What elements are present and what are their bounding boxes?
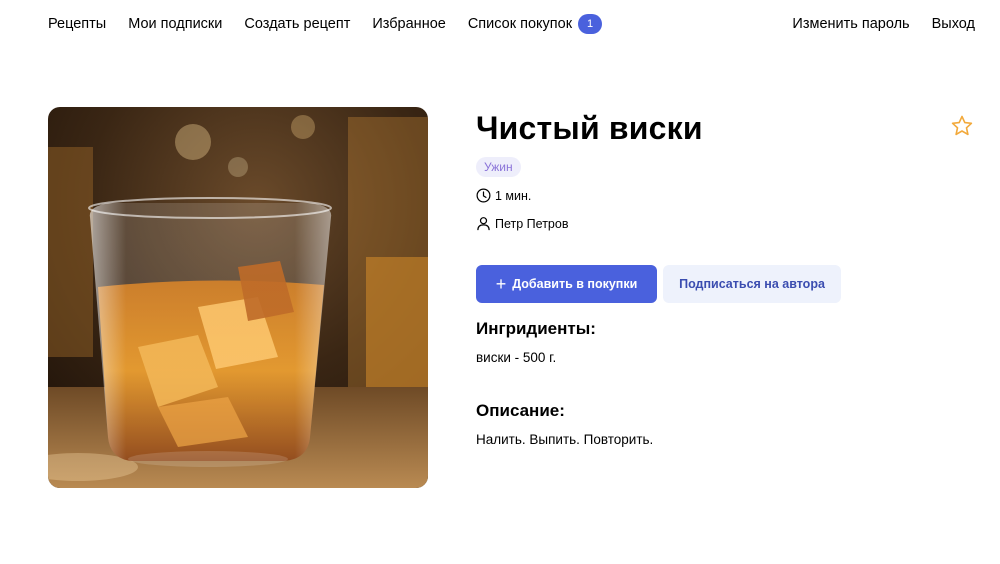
nav-change-password[interactable]: Изменить пароль: [792, 14, 909, 34]
nav-left: Рецепты Мои подписки Создать рецепт Избр…: [48, 14, 603, 34]
recipe-title: Чистый виски: [476, 110, 703, 146]
ingredients-title: Ингридиенты:: [476, 319, 596, 338]
nav-subscriptions[interactable]: Мои подписки: [128, 14, 222, 34]
nav-shopping-list-label: Список покупок: [467, 16, 573, 32]
favorite-star-icon[interactable]: [950, 114, 974, 138]
recipe-time: 1 мин.: [476, 188, 531, 203]
ingredients-list: виски - 500 г.: [476, 350, 557, 365]
nav-logout[interactable]: Выход: [932, 14, 975, 34]
recipe-time-text: 1 мин.: [495, 188, 532, 203]
recipe-image: [48, 107, 428, 488]
add-to-shopping-list-label: Добавить в покупки: [512, 277, 638, 291]
whisky-glass-illustration: [48, 107, 428, 488]
cart-count-badge: 1: [578, 14, 603, 34]
nav-shopping-list[interactable]: Список покупок 1: [467, 14, 603, 34]
top-nav: Рецепты Мои подписки Создать рецепт Избр…: [0, 0, 1000, 48]
nav-recipes[interactable]: Рецепты: [48, 14, 106, 34]
nav-create-recipe[interactable]: Создать рецепт: [244, 14, 350, 34]
description-text: Налить. Выпить. Повторить.: [476, 432, 654, 447]
clock-icon: [476, 188, 491, 203]
description-title: Описание:: [476, 401, 565, 420]
nav-favorites[interactable]: Избранное: [372, 14, 445, 34]
plus-icon: +: [495, 274, 507, 294]
subscribe-author-button[interactable]: Подписаться на автора: [663, 265, 841, 303]
recipe-header: Чистый виски: [476, 108, 976, 148]
nav-right: Изменить пароль Выход: [792, 14, 975, 34]
add-to-shopping-list-button[interactable]: + Добавить в покупки: [476, 265, 657, 303]
recipe-author: Петр Петров: [476, 216, 568, 231]
recipe-tag: Ужин: [476, 157, 521, 177]
user-icon: [477, 217, 490, 231]
recipe-author-name: Петр Петров: [495, 216, 569, 231]
